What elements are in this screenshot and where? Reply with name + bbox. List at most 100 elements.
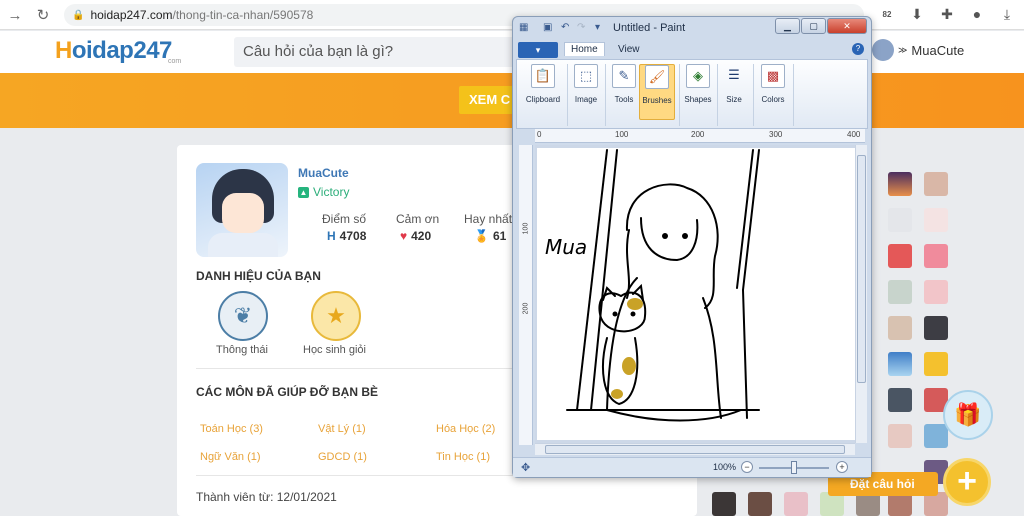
badge-good-student-label: Học sinh giỏi: [303, 344, 366, 356]
size-group[interactable]: ☰ Size: [719, 64, 749, 120]
brushes-label: Brushes: [642, 96, 672, 105]
score-icon: H: [327, 229, 336, 243]
subject-link[interactable]: Toán Học (3): [200, 423, 263, 435]
avatar[interactable]: [924, 172, 948, 196]
forward-icon[interactable]: →: [2, 2, 28, 28]
lock-icon: 🔒: [72, 9, 85, 21]
ruler-tick: 100: [615, 130, 629, 139]
ruler-tick: 0: [537, 130, 542, 139]
extension-badge-icon[interactable]: 82: [876, 3, 898, 25]
paint-window: ▦ ▣ ↶ ↷ ▾ Untitled - Paint ▁ ▢ ✕ ▾ Home …: [512, 16, 872, 478]
avatar[interactable]: [924, 244, 948, 268]
subject-link[interactable]: GDCD (1): [318, 451, 367, 463]
ribbon-home: 📋 Clipboard ⬚ Image ✎ Tools 🖌 Brushes ◈ …: [516, 59, 868, 129]
scroll-thumb[interactable]: [857, 155, 866, 383]
shapes-group[interactable]: ◈ Shapes: [681, 64, 715, 120]
shapes-label: Shapes: [684, 95, 712, 104]
ruler-tick: 400: [847, 130, 861, 139]
tools-group[interactable]: ✎ Tools: [607, 64, 641, 120]
view-more-button[interactable]: XEM C: [459, 86, 519, 114]
avatar[interactable]: [888, 388, 912, 412]
chevron-down-icon: ≫: [898, 44, 908, 55]
subject-link[interactable]: Hóa Học (2): [436, 423, 495, 435]
stat-label-best: Hay nhất: [464, 212, 513, 226]
heart-icon: ♥: [400, 229, 408, 243]
tab-view[interactable]: View: [612, 43, 646, 56]
avatar[interactable]: [888, 172, 912, 196]
avatar[interactable]: [888, 352, 912, 376]
avatar[interactable]: [924, 316, 948, 340]
clipboard-icon: 📋: [531, 64, 555, 88]
paint-title-bar[interactable]: ▦ ▣ ↶ ↷ ▾ Untitled - Paint ▁ ▢ ✕: [513, 17, 871, 39]
stat-score-value: 4708: [339, 229, 367, 243]
puzzle-icon[interactable]: ✚: [936, 3, 958, 25]
canvas-area[interactable]: Mua: [535, 145, 855, 443]
tab-home[interactable]: Home: [564, 42, 605, 56]
save-icon[interactable]: ▣: [543, 22, 554, 33]
avatar[interactable]: [888, 316, 912, 340]
subject-link[interactable]: Vật Lý (1): [318, 423, 366, 435]
add-question-button[interactable]: +: [943, 458, 991, 506]
rank-badge: ▲ Victory: [298, 185, 349, 199]
maximize-button[interactable]: ▢: [801, 18, 826, 34]
paint-app-icon[interactable]: ▦: [519, 22, 530, 33]
close-button[interactable]: ✕: [827, 18, 867, 34]
site-logo[interactable]: Hoidap247: [55, 37, 172, 65]
help-icon[interactable]: ?: [852, 43, 864, 55]
colors-group[interactable]: ▩ Colors: [757, 64, 789, 120]
vertical-ruler: 100 200: [519, 145, 533, 445]
window-controls: ▁ ▢ ✕: [775, 18, 867, 34]
avatar[interactable]: [748, 492, 772, 516]
size-label: Size: [726, 95, 742, 104]
stat-thanks: ♥ 420: [400, 229, 431, 243]
avatar[interactable]: [888, 424, 912, 448]
zoom-in-button[interactable]: +: [836, 461, 848, 473]
tools-label: Tools: [614, 95, 634, 104]
header-user-menu[interactable]: ≫ MuaCute: [872, 39, 964, 61]
avatar[interactable]: [784, 492, 808, 516]
avatar[interactable]: [924, 208, 948, 232]
avatar[interactable]: [888, 208, 912, 232]
url-domain: hoidap247.com: [90, 8, 173, 22]
avatar[interactable]: [888, 244, 912, 268]
reload-icon[interactable]: ↻: [30, 2, 56, 28]
zoom-out-button[interactable]: −: [741, 461, 753, 473]
avatar[interactable]: [712, 492, 736, 516]
clipboard-group[interactable]: 📋 Clipboard: [521, 64, 565, 120]
badge-good-student: ★: [311, 291, 361, 341]
customize-icon[interactable]: ▾: [595, 22, 606, 33]
redo-icon[interactable]: ↷: [577, 22, 588, 33]
rank-icon: ▲: [298, 186, 309, 198]
url-path: /thong-tin-ca-nhan/590578: [172, 8, 314, 22]
stat-label-thanks: Cảm ơn: [396, 212, 440, 226]
undo-icon[interactable]: ↶: [561, 22, 572, 33]
zoom-slider-thumb[interactable]: [791, 461, 797, 474]
subject-link[interactable]: Ngữ Văn (1): [200, 451, 261, 463]
avatar[interactable]: [924, 352, 948, 376]
ruler-tick: 200: [522, 302, 530, 315]
drawing-canvas[interactable]: Mua: [537, 148, 855, 440]
scroll-thumb[interactable]: [545, 445, 845, 454]
downloads-icon[interactable]: ⤓: [996, 3, 1018, 25]
subjects-heading: CÁC MÔN ĐÃ GIÚP ĐỠ BẠN BÈ: [196, 385, 379, 399]
minimize-button[interactable]: ▁: [775, 18, 800, 34]
vertical-scrollbar[interactable]: [855, 145, 867, 443]
pencil-icon: ✎: [612, 64, 636, 88]
avatar[interactable]: [924, 280, 948, 304]
move-icon: ✥: [521, 462, 531, 474]
logo-sub: com: [168, 58, 182, 65]
image-group[interactable]: ⬚ Image: [569, 64, 603, 120]
gift-icon[interactable]: 🎁: [943, 390, 993, 440]
extension-bar: 82 ⬇ ✚ ● ⤓: [876, 3, 1018, 25]
ribbon-tabs: ▾ Home View ?: [516, 41, 868, 59]
avatar[interactable]: [888, 280, 912, 304]
search-input[interactable]: Câu hỏi của bạn là gì?: [234, 37, 524, 67]
subject-link[interactable]: Tin Học (1): [436, 451, 490, 463]
download-icon[interactable]: ⬇: [906, 3, 928, 25]
avatar[interactable]: [924, 424, 948, 448]
account-icon[interactable]: ●: [966, 3, 988, 25]
profile-username[interactable]: MuaCute: [298, 166, 349, 180]
horizontal-scrollbar[interactable]: [535, 443, 855, 455]
brushes-group[interactable]: 🖌 Brushes: [639, 64, 675, 120]
file-menu-button[interactable]: ▾: [518, 42, 558, 58]
